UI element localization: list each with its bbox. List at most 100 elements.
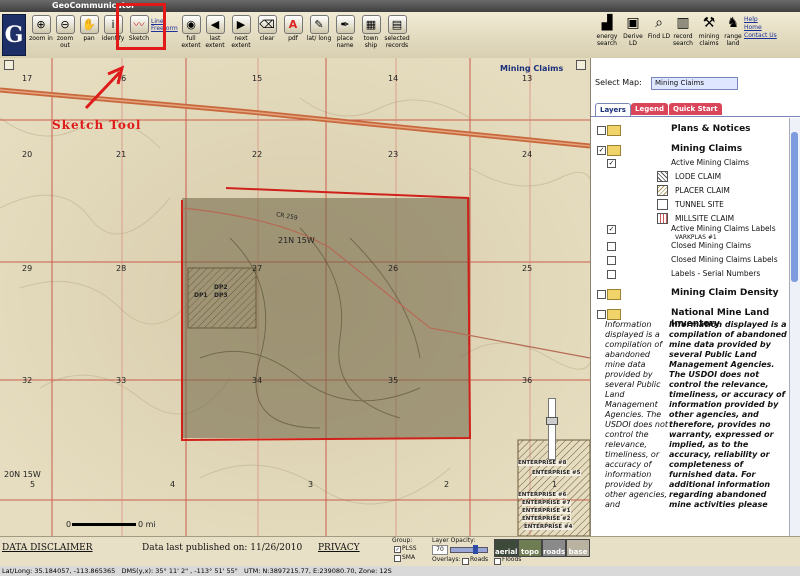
checkbox[interactable] <box>597 126 606 135</box>
tab-legend[interactable]: Legend <box>631 103 668 115</box>
checkbox[interactable]: ✓ <box>597 146 606 155</box>
grid-icon: ▦ <box>361 15 381 34</box>
tool-label: full extent <box>181 35 201 49</box>
basemap-topo-button[interactable]: topo <box>518 539 542 557</box>
claim-label: DP1 <box>194 292 208 299</box>
checkbox[interactable] <box>607 242 616 251</box>
tool-label: energy search <box>596 33 618 47</box>
layer-item: TUNNEL SITE <box>675 200 724 209</box>
zoom-slider[interactable] <box>546 398 558 460</box>
marker-icon: ✒ <box>335 15 355 34</box>
tool-mining-claims-button[interactable]: ⚒ mining claims <box>696 15 722 47</box>
roads-checkbox[interactable] <box>462 558 469 565</box>
section-number: 20 <box>22 150 33 159</box>
tool-find-ld-button[interactable]: ⌕ Find LD <box>646 15 672 40</box>
tool-selected-records-button[interactable]: ▤ selected records <box>382 15 412 49</box>
select-map-dropdown[interactable]: Mining Claims <box>651 77 738 90</box>
section-number: 21 <box>116 150 127 159</box>
checkbox[interactable]: ✓ <box>607 225 616 234</box>
zoom-slider-handle[interactable] <box>546 417 558 425</box>
plss-checkbox[interactable]: ✓ <box>394 546 401 553</box>
layer-item: Closed Mining Claims Labels <box>671 255 778 264</box>
opacity-slider[interactable] <box>450 545 488 554</box>
tool-record-search-button[interactable]: ▥ record search <box>670 15 696 47</box>
panel-scrollbar[interactable] <box>789 118 800 536</box>
record-icon: ▥ <box>676 15 690 31</box>
layer-sublabel: VARKPLAS #1 <box>675 234 717 241</box>
section-number: 1 <box>552 480 558 489</box>
checkbox[interactable] <box>607 270 616 279</box>
tool-next-extent-button[interactable]: ▶ next extent <box>228 15 254 49</box>
claim-label: DP2 <box>214 284 228 291</box>
tab-layers[interactable]: Layers <box>595 103 631 117</box>
app-logo: G <box>2 14 26 56</box>
tool-derive-ld-button[interactable]: ▣ Derive LD <box>620 15 646 47</box>
checkbox[interactable] <box>607 256 616 265</box>
tool-zoom-in-button[interactable]: ⊕ zoom in <box>28 15 54 42</box>
tool-clear-button[interactable]: ⌫ clear <box>254 15 280 42</box>
layer-item: Labels - Serial Numbers <box>671 269 761 278</box>
map-corner-icon[interactable] <box>4 60 14 70</box>
section-number: 25 <box>522 264 533 273</box>
tool-label: pan <box>83 35 95 42</box>
scale-unit: 0 mi <box>138 520 156 529</box>
section-number: 3 <box>308 480 314 489</box>
basemap-base-button[interactable]: base <box>566 539 590 557</box>
find-icon: ⌕ <box>655 15 663 31</box>
tab-quick-start[interactable]: Quick Start <box>669 103 722 115</box>
coordinate-readout: Lat/Long: 35.184057, -113.865365 DMS(y,x… <box>2 567 392 575</box>
arrow-right-icon: ▶ <box>231 15 251 34</box>
checkbox[interactable] <box>597 310 606 319</box>
section-number: 28 <box>116 264 127 273</box>
tool-label: Derive LD <box>623 33 643 47</box>
tool-pan-button[interactable]: ✋ pan <box>76 15 102 42</box>
layer-item: PLACER CLAIM <box>675 186 730 195</box>
tool-range-land-button[interactable]: ♞ range land <box>720 15 746 47</box>
tool-label: lat/ long <box>306 35 332 42</box>
tool-pdf-button[interactable]: Apdf <box>280 15 306 42</box>
tool-label: town ship <box>363 35 379 49</box>
tool-full-extent-button[interactable]: ◉ full extent <box>178 15 204 49</box>
layer-item: Active Mining Claims <box>671 158 750 167</box>
opacity-slider-handle[interactable] <box>473 545 478 554</box>
zoom-in-icon: ⊕ <box>31 15 51 34</box>
tool-lat-long-button[interactable]: ✎ lat/ long <box>306 15 332 42</box>
globe-icon: ◉ <box>181 15 201 34</box>
help-link[interactable]: Help <box>744 16 758 23</box>
tool-last-extent-button[interactable]: ◀ last extent <box>202 15 228 49</box>
basemap-aerial-button[interactable]: aerial <box>494 539 518 557</box>
derive-icon: ▣ <box>626 15 640 31</box>
tool-label: Find LD <box>647 33 671 40</box>
checkbox[interactable] <box>597 290 606 299</box>
section-number: 22 <box>252 150 263 159</box>
floods-checkbox[interactable] <box>494 558 501 565</box>
home-link[interactable]: Home <box>744 24 762 31</box>
tool-label: selected records <box>384 35 410 49</box>
section-number: 24 <box>522 150 533 159</box>
privacy-link[interactable]: PRIVACY <box>318 543 360 553</box>
contact-us-link[interactable]: Contact Us <box>744 32 777 39</box>
zoom-out-icon: ⊖ <box>55 15 75 34</box>
section-number: 27 <box>252 264 263 273</box>
tool-energy-search-button[interactable]: ▟ energy search <box>594 15 620 47</box>
claim-label: DP3 <box>214 292 228 299</box>
folder-icon <box>607 145 621 156</box>
data-disclaimer-link[interactable]: DATA DISCLAIMER <box>2 543 93 553</box>
placer-claim-symbol <box>657 185 668 196</box>
tool-zoom-out-button[interactable]: ⊖ zoom out <box>52 15 78 49</box>
info-text: Information displayed is a compilation o… <box>605 320 668 509</box>
layer-group-title: Plans & Notices <box>671 124 751 134</box>
info-text-bold: Information displayed is a compilation o… <box>669 320 787 509</box>
panel-scrollbar-thumb[interactable] <box>791 132 798 282</box>
tool-label: zoom in <box>29 35 53 42</box>
tool-town-ship-button[interactable]: ▦ town ship <box>358 15 384 49</box>
basemap-roads-button[interactable]: roads <box>542 539 566 557</box>
sma-checkbox[interactable] <box>394 555 401 562</box>
section-number: 23 <box>388 150 399 159</box>
section-number: 34 <box>252 376 263 385</box>
map-corner-icon[interactable] <box>576 60 586 70</box>
opacity-value[interactable]: 70 <box>432 545 448 555</box>
checkbox[interactable]: ✓ <box>607 159 616 168</box>
tab-divider <box>591 116 800 117</box>
tool-place-name-button[interactable]: ✒ place name <box>332 15 358 49</box>
